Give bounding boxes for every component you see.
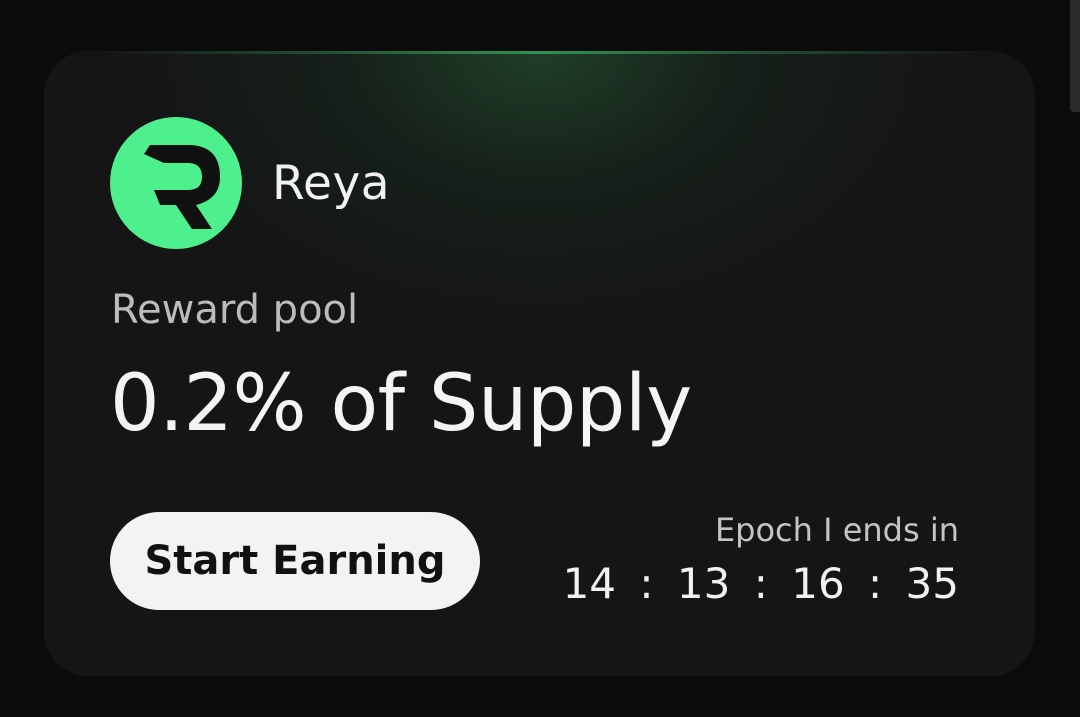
countdown-days: 14	[562, 559, 617, 608]
start-earning-button[interactable]: Start Earning	[110, 512, 480, 610]
countdown-hours: 13	[676, 559, 731, 608]
reya-r-logo-icon	[110, 117, 242, 249]
countdown-timer: 14 : 13 : 16 : 35	[563, 559, 959, 608]
countdown-minutes: 16	[791, 559, 845, 608]
brand-header: Reya	[110, 117, 390, 249]
card-top-glow	[104, 51, 975, 54]
reward-pool-value: 0.2% of Supply	[110, 359, 692, 449]
brand-name: Reya	[272, 155, 391, 211]
epoch-label: Epoch I ends in	[714, 511, 959, 549]
countdown-separator: :	[868, 559, 883, 608]
countdown-seconds: 35	[905, 559, 959, 608]
reward-pool-label: Reward pool	[111, 287, 359, 333]
reya-r-logo-glyph	[144, 145, 220, 229]
countdown-separator: :	[639, 559, 654, 608]
reward-card: Reya Reward pool 0.2% of Supply Start Ea…	[44, 51, 1035, 676]
page-scrollbar[interactable]	[1070, 0, 1080, 112]
countdown-separator: :	[753, 559, 768, 608]
epoch-countdown: Epoch I ends in 14 : 13 : 16 : 35	[563, 511, 959, 608]
